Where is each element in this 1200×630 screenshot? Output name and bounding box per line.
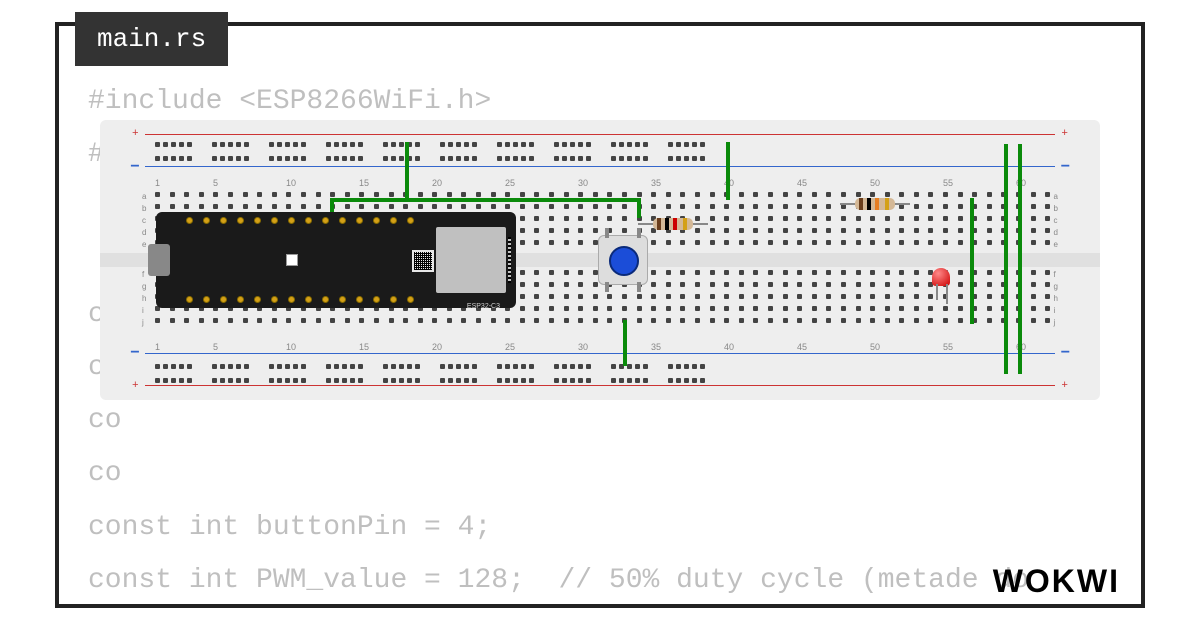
push-button[interactable] xyxy=(598,235,648,285)
rail-bot-negative xyxy=(145,353,1055,354)
filename-text: main.rs xyxy=(97,24,206,54)
minus-icon: − xyxy=(130,158,140,176)
code-line-6: co xyxy=(88,405,122,436)
led-component[interactable] xyxy=(932,268,952,296)
qr-code-icon xyxy=(412,250,434,272)
wire[interactable] xyxy=(405,142,409,200)
minus-icon: − xyxy=(1060,344,1070,362)
plus-icon: + xyxy=(132,380,139,392)
filename-tab: main.rs xyxy=(75,12,228,66)
wire[interactable] xyxy=(1018,144,1022,374)
rail-top-negative xyxy=(145,166,1055,167)
usb-port-icon xyxy=(148,244,170,276)
resistor-1[interactable] xyxy=(638,218,708,230)
mcu-label: ESP32-C3 xyxy=(467,303,500,310)
wokwi-logo: WOKWI xyxy=(993,563,1120,600)
code-line-1: #include <ESP8266WiFi.h> xyxy=(88,86,491,117)
minus-icon: − xyxy=(130,344,140,362)
rf-shield-icon xyxy=(436,227,506,293)
wire[interactable] xyxy=(1004,144,1008,374)
plus-icon: + xyxy=(1061,128,1068,140)
plus-icon: + xyxy=(132,128,139,140)
rail-bot-positive xyxy=(145,385,1055,386)
onboard-led-icon xyxy=(286,254,298,266)
circuit-diagram[interactable]: + + − − − − + + 151015202530354045505560… xyxy=(100,120,1100,400)
row-labels: abcde xyxy=(142,192,146,252)
code-line-7: co xyxy=(88,458,122,489)
row-labels: fghij xyxy=(1054,270,1058,330)
button-cap-icon xyxy=(609,246,639,276)
wire[interactable] xyxy=(637,198,641,218)
breadboard[interactable]: + + − − − − + + 151015202530354045505560… xyxy=(100,120,1100,400)
wire[interactable] xyxy=(726,142,730,200)
resistor-2[interactable] xyxy=(840,198,910,210)
esp32-board[interactable]: ESP32-C3 xyxy=(156,212,516,308)
plus-icon: + xyxy=(1061,380,1068,392)
rail-top-positive xyxy=(145,134,1055,135)
row-labels: abcde xyxy=(1054,192,1058,252)
code-line-8: const int buttonPin = 4; xyxy=(88,512,491,543)
wire[interactable] xyxy=(970,198,974,324)
wire[interactable] xyxy=(623,320,627,366)
pin-header-bottom xyxy=(186,296,414,303)
minus-icon: − xyxy=(1060,158,1070,176)
row-labels: fghij xyxy=(142,270,146,330)
logo-text: WOKWI xyxy=(993,563,1120,599)
wire[interactable] xyxy=(330,198,640,202)
code-line-9: const int PWM_value = 128; // 50% duty c… xyxy=(88,565,1029,596)
pin-header-top xyxy=(186,217,414,224)
